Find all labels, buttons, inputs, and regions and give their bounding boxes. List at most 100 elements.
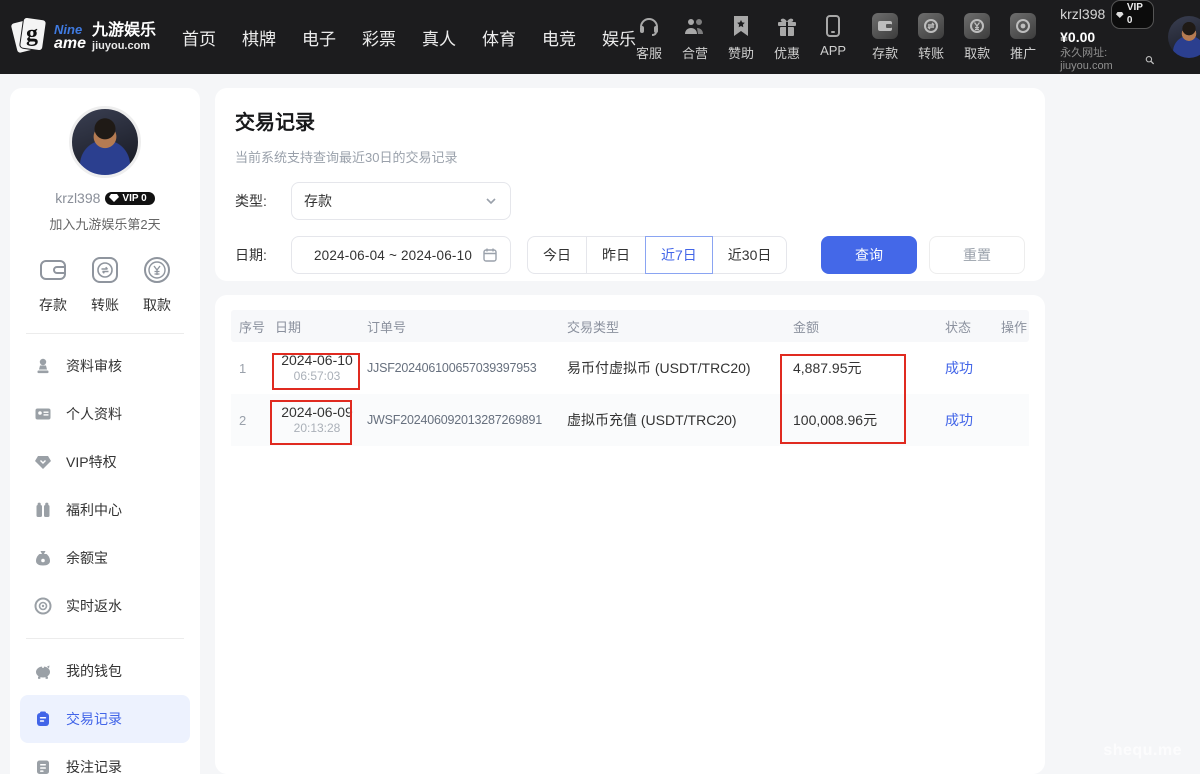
sponsor-button[interactable]: 赞助 — [728, 13, 754, 62]
customer-service-label: 客服 — [636, 43, 662, 62]
cell-amount: 4,887.95元 — [785, 358, 937, 378]
sidebar-item-label: 投注记录 — [66, 757, 122, 774]
type-label: 类型: — [235, 191, 277, 211]
sidebar-item-profile[interactable]: 个人资料 — [10, 390, 200, 438]
cell-order-number: JWSF202406092013287269891 — [359, 413, 559, 427]
page-subtitle: 当前系统支持查询最近30日的交易记录 — [235, 147, 1025, 166]
quick-range-group: 今日 昨日 近7日 近30日 — [527, 236, 787, 274]
wallet-outline-icon — [36, 253, 70, 287]
sidebar-item-yuebao[interactable]: 余额宝 — [10, 534, 200, 582]
sidebar: krzl398 VIP 0 加入九游娱乐第2天 存款 转账 — [10, 88, 200, 774]
reset-button[interactable]: 重置 — [929, 236, 1025, 274]
vip-badge-sidebar: VIP 0 — [105, 192, 154, 205]
transfer-label: 转账 — [91, 295, 119, 315]
content-area: krzl398 VIP 0 加入九游娱乐第2天 存款 转账 — [0, 74, 1200, 774]
sidebar-item-label: 资料审核 — [66, 356, 122, 376]
withdraw-button-top[interactable]: 取款 — [964, 13, 990, 62]
calendar-icon — [482, 247, 498, 263]
nav-lottery[interactable]: 彩票 — [362, 25, 396, 50]
promote-coin-icon — [1010, 13, 1036, 39]
welfare-gift-icon — [34, 501, 52, 519]
sidebar-item-label: 福利中心 — [66, 500, 122, 520]
main-panel: 交易记录 当前系统支持查询最近30日的交易记录 类型: 存款 日期: 2024-… — [215, 88, 1045, 774]
join-days-text: 加入九游娱乐第2天 — [10, 214, 200, 233]
col-header-type: 交易类型 — [559, 317, 785, 336]
nav-esports[interactable]: 电竞 — [542, 25, 576, 50]
date-filter-row: 日期: 2024-06-04 ~ 2024-06-10 今日 昨日 近7日 近3… — [235, 236, 1025, 274]
bet-record-icon — [34, 758, 52, 774]
bookmark-star-icon — [728, 13, 754, 39]
site-logo[interactable]: g Nine ame 九游娱乐 jiuyou.com — [14, 17, 164, 57]
search-icon[interactable] — [1145, 54, 1154, 66]
promotions-label: 优惠 — [774, 43, 800, 62]
sidebar-item-rebate[interactable]: 实时返水 — [10, 582, 200, 630]
withdraw-label: 取款 — [143, 295, 171, 315]
cell-status[interactable]: 成功 — [937, 410, 993, 430]
transfer-button-sidebar[interactable]: 转账 — [88, 253, 122, 315]
nav-sports[interactable]: 体育 — [482, 25, 516, 50]
sidebar-item-vip[interactable]: VIP特权 — [10, 438, 200, 486]
people-icon — [682, 13, 708, 39]
sidebar-item-bets[interactable]: 投注记录 — [10, 743, 200, 774]
range-today-button[interactable]: 今日 — [527, 236, 587, 274]
promote-button-top[interactable]: 推广 — [1010, 13, 1036, 62]
sponsor-label: 赞助 — [728, 43, 754, 62]
piggy-bank-icon — [34, 662, 52, 680]
deposit-button-sidebar[interactable]: 存款 — [36, 253, 70, 315]
nav-chess[interactable]: 棋牌 — [242, 25, 276, 50]
sidebar-item-transactions[interactable]: 交易记录 — [20, 695, 190, 743]
transfer-button-top[interactable]: 转账 — [918, 13, 944, 62]
user-avatar-top[interactable] — [1168, 16, 1200, 58]
deposit-label-top: 存款 — [872, 43, 898, 62]
sidebar-item-audit[interactable]: 资料审核 — [10, 342, 200, 390]
nav-home[interactable]: 首页 — [182, 25, 216, 50]
withdraw-label-top: 取款 — [964, 43, 990, 62]
mobile-phone-icon — [820, 13, 846, 39]
range-30days-button[interactable]: 近30日 — [712, 236, 788, 274]
sidebar-username: krzl398 — [55, 190, 100, 206]
nav-slots[interactable]: 电子 — [302, 25, 336, 50]
date-range-input[interactable]: 2024-06-04 ~ 2024-06-10 — [291, 236, 511, 274]
query-button[interactable]: 查询 — [821, 236, 917, 274]
range-yesterday-button[interactable]: 昨日 — [586, 236, 646, 274]
topbar-wallet-icons: 存款 转账 取款 推广 — [872, 13, 1036, 62]
customer-service-button[interactable]: 客服 — [636, 13, 662, 62]
nav-live[interactable]: 真人 — [422, 25, 456, 50]
col-header-amount: 金额 — [785, 317, 937, 336]
transfer-outline-icon — [88, 253, 122, 287]
table-row: 1 2024-06-10 06:57:03 JJSF20240610065703… — [231, 342, 1029, 394]
range-7days-button[interactable]: 近7日 — [645, 236, 713, 274]
col-header-action: 操作 — [993, 317, 1029, 336]
chevron-down-icon — [484, 194, 498, 208]
nav-entertainment[interactable]: 娱乐 — [602, 25, 636, 50]
user-avatar-sidebar[interactable] — [69, 106, 141, 178]
type-select[interactable]: 存款 — [291, 182, 511, 220]
table-header-row: 序号 日期 订单号 交易类型 金额 状态 操作 — [231, 310, 1029, 342]
sidebar-item-label: 我的钱包 — [66, 661, 122, 681]
topbar: g Nine ame 九游娱乐 jiuyou.com 首页 棋牌 电子 彩票 真… — [0, 0, 1200, 74]
page-title: 交易记录 — [235, 106, 1025, 135]
withdraw-button-sidebar[interactable]: 取款 — [140, 253, 174, 315]
transactions-table-card: 序号 日期 订单号 交易类型 金额 状态 操作 1 2024-06-10 06:… — [215, 295, 1045, 774]
partnership-button[interactable]: 合营 — [682, 13, 708, 62]
cell-date-value: 2024-06-09 — [275, 403, 359, 421]
app-label: APP — [820, 43, 846, 58]
cell-amount: 100,008.96元 — [785, 410, 937, 430]
promotions-button[interactable]: 优惠 — [774, 13, 800, 62]
vip-diamond-icon — [34, 453, 52, 471]
table-row: 2 2024-06-09 20:13:28 JWSF20240609201328… — [231, 394, 1029, 446]
sidebar-item-wallet[interactable]: 我的钱包 — [10, 647, 200, 695]
diamond-icon — [1116, 10, 1124, 20]
vip-level-top: VIP 0 — [1127, 2, 1145, 27]
withdraw-outline-icon — [140, 253, 174, 287]
logo-nine: Nine — [54, 23, 86, 36]
date-range-value: 2024-06-04 ~ 2024-06-10 — [304, 248, 482, 263]
app-download-button[interactable]: APP — [820, 13, 846, 62]
deposit-button-top[interactable]: 存款 — [872, 13, 898, 62]
type-filter-row: 类型: 存款 — [235, 182, 1025, 220]
sidebar-item-welfare[interactable]: 福利中心 — [10, 486, 200, 534]
cell-status[interactable]: 成功 — [937, 358, 993, 378]
id-card-icon — [34, 405, 52, 423]
cell-transaction-type: 虚拟币充值 (USDT/TRC20) — [559, 410, 785, 430]
topbar-user-info: krzl398 VIP 0 ¥0.00 永久网址: jiuyou.com — [1060, 0, 1154, 74]
